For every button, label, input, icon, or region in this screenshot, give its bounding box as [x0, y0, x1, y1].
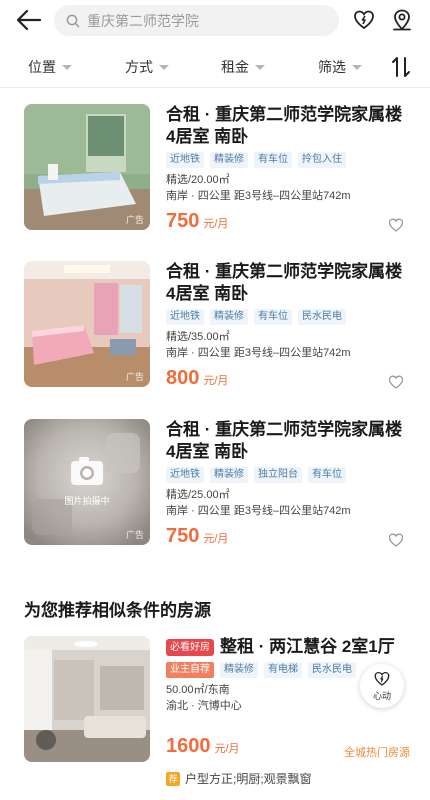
listing-price: 750 — [166, 210, 200, 232]
price-unit: 元/月 — [203, 533, 229, 545]
feature-highlight: 荐 户型方正;明厨;观景飘窗 — [166, 770, 312, 787]
filter-label: 位置 — [28, 59, 56, 75]
listing-title: 合租 · 重庆第二师范学院家属楼4居室 南卧 — [166, 105, 403, 146]
caret-down-icon — [255, 64, 265, 70]
owner-recommend-tag: 业主自荐 — [166, 662, 214, 678]
favorite-heart-icon[interactable] — [388, 532, 404, 548]
feature-tag: 有电梯 — [264, 662, 302, 678]
feature-tag: 有车位 — [254, 152, 292, 168]
listing-card[interactable]: 广告 合租 · 重庆第二师范学院家属楼4居室 南卧 近地铁 精装修 有车位 民水… — [0, 261, 430, 401]
caret-down-icon — [159, 64, 169, 70]
xindong-label: 心动 — [372, 691, 391, 701]
heart-lightning-icon — [374, 671, 390, 686]
listing-location: 南岸 · 四公里 距3号线–四公里站742m — [166, 347, 351, 359]
listing-price: 800 — [166, 367, 200, 389]
filter-label: 租金 — [221, 59, 249, 75]
hot-listing-label: 全城热门房源 — [344, 747, 410, 759]
feature-tag: 民水民电 — [298, 309, 346, 325]
search-icon — [66, 14, 80, 27]
listing-area: 精选/25.00㎡ — [166, 489, 230, 501]
listing-title: 合租 · 重庆第二师范学院家属楼4居室 南卧 — [166, 262, 403, 303]
feature-tag: 精装修 — [210, 467, 248, 483]
feature-tag: 有车位 — [308, 467, 346, 483]
listing-price: 1600 — [166, 735, 211, 757]
filter-bar: 位置 方式 租金 筛选 — [0, 44, 430, 88]
feature-tag: 近地铁 — [166, 467, 204, 483]
back-arrow-icon[interactable] — [16, 8, 42, 32]
feature-tag: 近地铁 — [166, 309, 204, 325]
listing-photo: 图片拍摄中 广告 — [24, 419, 150, 545]
filter-label: 筛选 — [318, 59, 346, 75]
price-unit: 元/月 — [203, 218, 229, 230]
xindong-button[interactable]: 心动 — [360, 664, 404, 708]
listing-location: 南岸 · 四公里 距3号线–四公里站742m — [166, 505, 351, 517]
feature-tag: 民水民电 — [308, 662, 356, 678]
favorite-heart-icon[interactable] — [388, 217, 404, 233]
ad-label: 广告 — [125, 215, 144, 225]
filter-rent[interactable]: 租金 — [221, 57, 265, 77]
feature-tag: 精装修 — [210, 152, 248, 168]
filter-more[interactable]: 筛选 — [318, 57, 362, 77]
section-title: 为您推荐相似条件的房源 — [24, 601, 211, 620]
listing-title: 合租 · 重庆第二师范学院家属楼4居室 南卧 — [166, 420, 403, 461]
price-unit: 元/月 — [214, 743, 240, 755]
listing-area: 精选/20.00㎡ — [166, 174, 230, 186]
listing-photo: 广告 — [24, 104, 150, 230]
heart-lightning-icon[interactable] — [352, 8, 376, 32]
feature-text: 户型方正;明厨;观景飘窗 — [185, 772, 312, 786]
recommended-listing-card[interactable]: 必看好房 整租 · 两江慧谷 2室1厅 业主自荐 精装修 有电梯 民水民电 50… — [0, 636, 430, 776]
filter-type[interactable]: 方式 — [125, 57, 169, 77]
filter-label: 方式 — [125, 59, 153, 75]
feature-tag: 精装修 — [210, 309, 248, 325]
caret-down-icon — [352, 64, 362, 70]
listing-area: 精选/35.00㎡ — [166, 331, 230, 343]
ad-label: 广告 — [125, 372, 144, 382]
sort-icon[interactable] — [390, 56, 412, 78]
listing-photo — [24, 636, 150, 762]
listing-photo: 广告 — [24, 261, 150, 387]
header: 重庆第二师范学院 — [0, 0, 430, 40]
map-pin-icon[interactable] — [390, 8, 414, 32]
feature-tag: 有车位 — [254, 309, 292, 325]
listing-card[interactable]: 广告 合租 · 重庆第二师范学院家属楼4居室 南卧 近地铁 精装修 有车位 拎包… — [0, 104, 430, 244]
listing-location: 南岸 · 四公里 距3号线–四公里站742m — [166, 190, 351, 202]
photo-pending-text: 图片拍摄中 — [64, 496, 110, 506]
must-see-badge: 必看好房 — [166, 638, 214, 656]
feature-tag: 拎包入住 — [298, 152, 346, 168]
listing-title: 整租 · 两江慧谷 2室1厅 — [220, 637, 395, 656]
recommend-icon: 荐 — [166, 771, 180, 786]
listing-card[interactable]: 图片拍摄中 广告 合租 · 重庆第二师范学院家属楼4居室 南卧 近地铁 精装修 … — [0, 419, 430, 559]
caret-down-icon — [62, 64, 72, 70]
feature-tag: 精装修 — [220, 662, 258, 678]
feature-tag: 独立阳台 — [254, 467, 302, 483]
ad-label: 广告 — [125, 530, 144, 540]
search-input[interactable]: 重庆第二师范学院 — [54, 5, 339, 36]
search-placeholder: 重庆第二师范学院 — [87, 12, 199, 29]
feature-tag: 近地铁 — [166, 152, 204, 168]
favorite-heart-icon[interactable] — [388, 374, 404, 390]
price-unit: 元/月 — [203, 375, 229, 387]
listing-price: 750 — [166, 525, 200, 547]
filter-location[interactable]: 位置 — [28, 57, 72, 77]
